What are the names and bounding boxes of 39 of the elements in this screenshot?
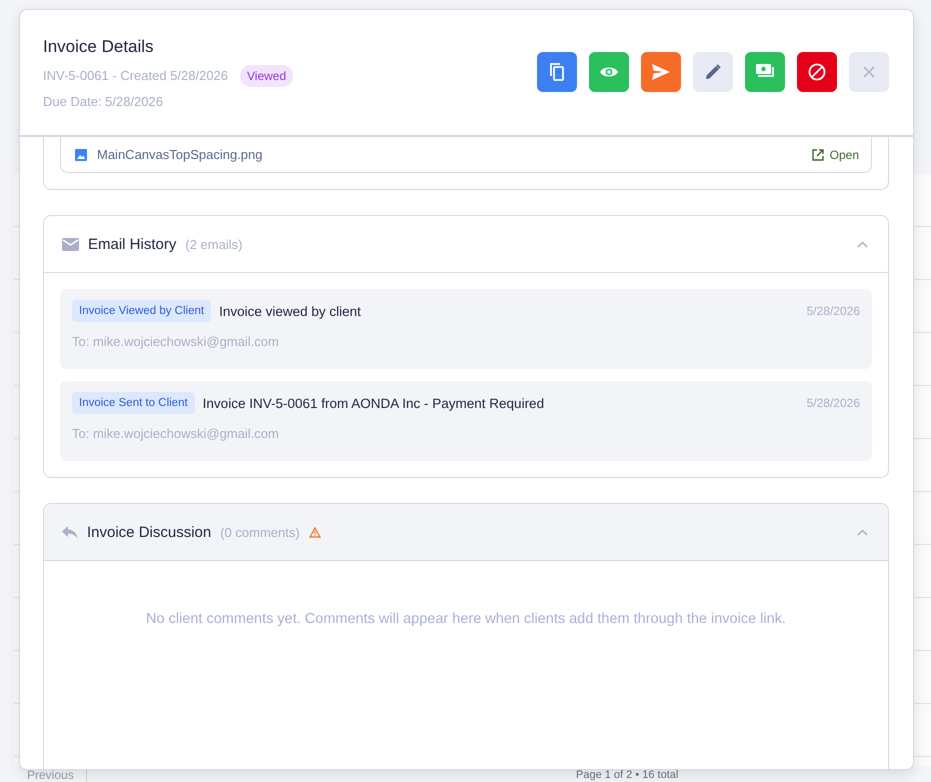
prohibited-icon bbox=[808, 62, 826, 80]
external-link-icon bbox=[812, 148, 824, 160]
copy-icon bbox=[548, 62, 566, 82]
chevron-icon[interactable] bbox=[857, 240, 868, 248]
image-icon bbox=[75, 148, 87, 160]
chevron-icon[interactable] bbox=[857, 528, 868, 536]
close-button[interactable] bbox=[849, 52, 889, 92]
email-count: (2 emails) bbox=[185, 236, 242, 252]
send-icon bbox=[652, 64, 670, 80]
eye-icon bbox=[599, 64, 619, 78]
send-button[interactable] bbox=[641, 52, 681, 92]
void-button[interactable] bbox=[797, 52, 837, 92]
pencil-icon bbox=[705, 64, 721, 80]
due-date: Due Date: 5/28/2026 bbox=[43, 94, 164, 108]
email-recipient: To: mike.wojciechowski@gmail.com bbox=[72, 426, 280, 441]
view-button[interactable] bbox=[589, 52, 629, 92]
event-tag: Invoice Sent to Client bbox=[72, 392, 195, 414]
email-subject: Invoice INV-5-0061 from AONDA Inc - Payment Required bbox=[202, 396, 544, 410]
modal-title: Invoice Details bbox=[43, 36, 155, 56]
email-date: 5/28/2026 bbox=[806, 396, 860, 410]
email-date: 5/28/2026 bbox=[806, 304, 860, 318]
payment-button[interactable] bbox=[745, 52, 785, 92]
page-info: Page 1 of 2 • 16 total bbox=[576, 768, 678, 782]
close-icon bbox=[863, 66, 875, 78]
section-title: Email History bbox=[88, 236, 176, 252]
invoice-reference: INV-5-0061 - Created 5/28/2026 bbox=[43, 68, 228, 83]
mail-icon bbox=[62, 238, 79, 250]
file-name: MainCanvasTopSpacing.png bbox=[97, 147, 264, 162]
email-subject: Invoice viewed by client bbox=[219, 304, 361, 318]
status-badge: Viewed bbox=[240, 64, 294, 86]
email-recipient: To: mike.wojciechowski@gmail.com bbox=[72, 334, 280, 349]
copy-button[interactable] bbox=[537, 52, 577, 92]
event-tag: Invoice Viewed by Client bbox=[72, 300, 212, 322]
comment-count: (0 comments) bbox=[220, 524, 300, 540]
empty-message: No client comments yet. Comments will appear here when clients add them through the invoice link. bbox=[145, 611, 787, 627]
open-link[interactable]: Open bbox=[812, 148, 859, 162]
reply-icon bbox=[62, 526, 78, 538]
edit-button[interactable] bbox=[693, 52, 733, 92]
section-title: Invoice Discussion bbox=[87, 524, 212, 540]
